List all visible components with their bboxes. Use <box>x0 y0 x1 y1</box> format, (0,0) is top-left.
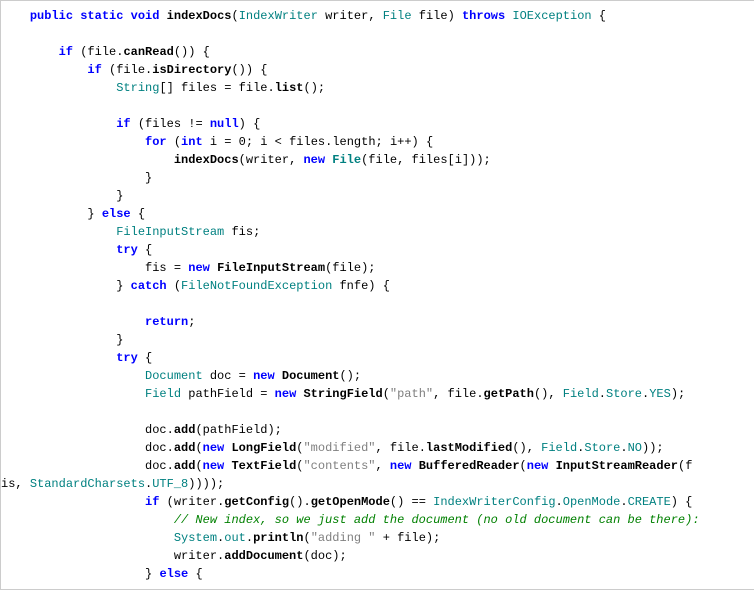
type-file: File <box>383 9 412 23</box>
type-ioexception: IOException <box>512 9 591 23</box>
param-file: file <box>419 9 448 23</box>
kw-public: public <box>30 9 73 23</box>
kw-throws: throws <box>462 9 505 23</box>
code-block: public static void indexDocs(IndexWriter… <box>1 1 754 589</box>
kw-void: void <box>131 9 160 23</box>
param-writer: writer <box>325 9 368 23</box>
type-indexwriter: IndexWriter <box>239 9 318 23</box>
method-name: indexDocs <box>167 9 232 23</box>
kw-if: if <box>59 45 73 59</box>
kw-static: static <box>80 9 123 23</box>
comment-newindex: // New index, so we just add the documen… <box>174 513 700 527</box>
